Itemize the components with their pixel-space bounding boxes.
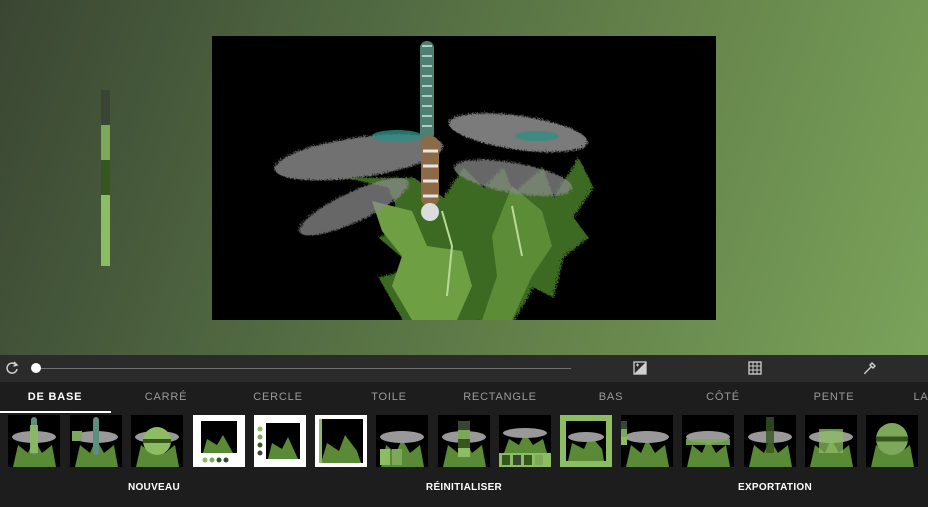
palette-swatch [101, 125, 110, 160]
frame-thumbnail[interactable] [131, 415, 183, 467]
frame-thumbnail[interactable] [8, 415, 60, 467]
frame-thumbnail[interactable] [866, 415, 918, 467]
tab-de-base[interactable]: DE BASE [28, 382, 83, 413]
frame-thumbnail[interactable] [254, 415, 306, 467]
frame-thumbnail[interactable] [682, 415, 734, 467]
action-bar: NOUVEAU RÉINITIALISER EXPORTATION [0, 469, 928, 507]
tab-cercle[interactable]: CERCLE [253, 382, 302, 413]
frame-thumbnail-strip [0, 413, 928, 469]
frame-thumbnail[interactable] [438, 415, 490, 467]
new-button[interactable]: NOUVEAU [128, 469, 180, 507]
canvas-area [0, 0, 928, 355]
tab-carre[interactable]: CARRÉ [145, 382, 188, 413]
frame-thumbnail[interactable] [744, 415, 796, 467]
export-button[interactable]: EXPORTATION [738, 469, 812, 507]
slider-track[interactable] [36, 368, 571, 369]
tab-la[interactable]: LA [913, 382, 928, 413]
eyedropper-icon[interactable] [863, 361, 877, 375]
frame-thumbnail[interactable] [70, 415, 122, 467]
frame-thumbnail[interactable] [193, 415, 245, 467]
palette-swatch [101, 195, 110, 266]
tab-pente[interactable]: PENTE [814, 382, 855, 413]
palette-swatch [101, 90, 110, 125]
frame-style-tabs: DE BASE CARRÉ CERCLE TOILE RECTANGLE BAS… [0, 382, 928, 413]
exposure-icon[interactable] [633, 361, 647, 375]
slider-thumb[interactable] [31, 363, 41, 373]
reset-button[interactable]: RÉINITIALISER [426, 469, 502, 507]
frame-thumbnail[interactable] [499, 415, 551, 467]
tab-cote[interactable]: CÔTÉ [706, 382, 740, 413]
frame-thumbnail[interactable] [621, 415, 673, 467]
refresh-icon[interactable] [5, 361, 19, 375]
dragonfly-image [272, 41, 592, 320]
image-preview [212, 36, 716, 320]
grid-icon[interactable] [748, 361, 762, 375]
color-palette-strip [101, 90, 110, 266]
frame-thumbnail[interactable] [315, 415, 367, 467]
tab-rectangle[interactable]: RECTANGLE [463, 382, 537, 413]
frame-thumbnail[interactable] [376, 415, 428, 467]
palette-swatch [101, 160, 110, 195]
tab-toile[interactable]: TOILE [371, 382, 407, 413]
frame-thumbnail[interactable] [560, 415, 612, 467]
tab-bas[interactable]: BAS [599, 382, 623, 413]
frame-thumbnail[interactable] [805, 415, 857, 467]
